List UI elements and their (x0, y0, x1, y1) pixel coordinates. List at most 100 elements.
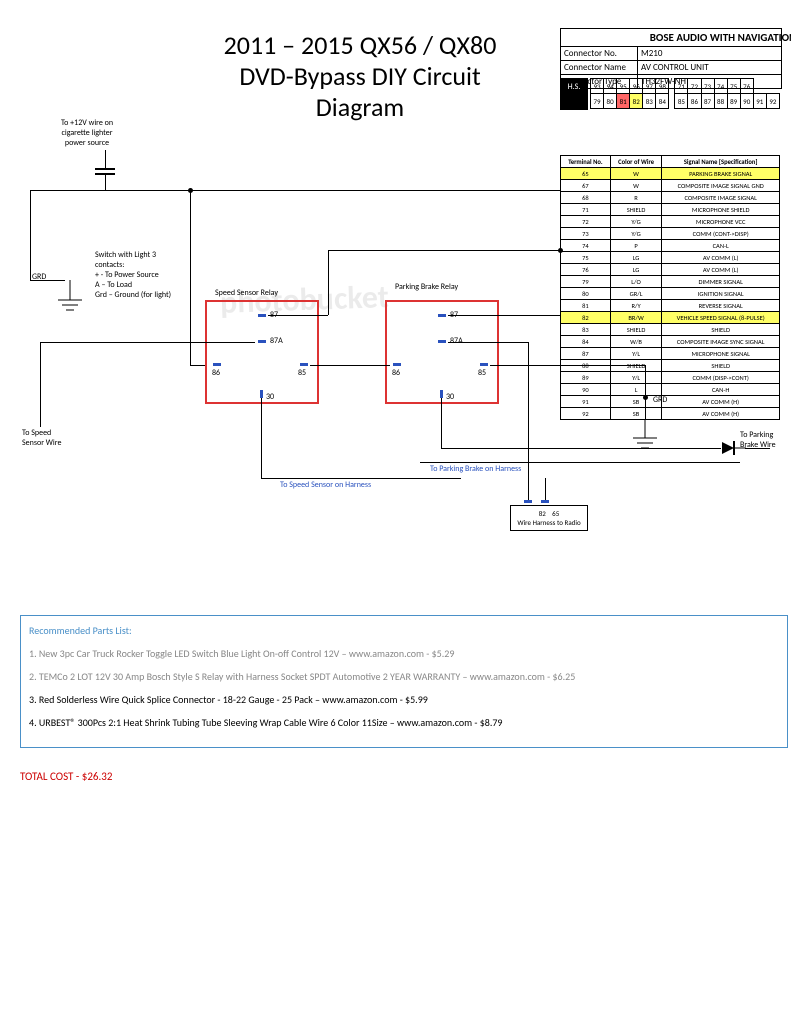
wire (448, 315, 560, 316)
sig-cell: LG (610, 264, 662, 276)
pin-cell: 74 (714, 79, 727, 94)
sig-cell: 82 (561, 312, 611, 324)
sig-cell: Y/L (610, 348, 662, 360)
pin-label: 30 (446, 392, 454, 402)
sig-cell: 90 (561, 384, 611, 396)
to-pb-harness-label: To Parking Brake on Harness (430, 464, 521, 474)
sig-cell: SB (610, 408, 662, 420)
sig-cell: AV COMM (H) (662, 396, 780, 408)
sig-cell: 89 (561, 372, 611, 384)
harness-caption: Wire Harness to Radio (517, 518, 580, 527)
pin-cell: 83 (643, 94, 656, 109)
relay-pin (258, 314, 266, 317)
hs-text: H.S. (568, 82, 581, 92)
conn-name-value: AV CONTROL UNIT (638, 61, 781, 74)
pin-cell: 76 (740, 79, 753, 94)
sig-cell: 92 (561, 408, 611, 420)
pin-layout: 9394959697987172737475767980818283848586… (590, 78, 780, 109)
pin-cell: 80 (604, 94, 617, 109)
conn-no-value: M210 (638, 47, 781, 60)
parts-item: 4. URBEST® 300Pcs 2:1 Heat Shrink Tubing… (29, 716, 779, 729)
sig-cell: P (610, 240, 662, 252)
wire (40, 342, 255, 343)
sig-cell: L (610, 384, 662, 396)
wire (261, 398, 262, 478)
total-cost: TOTAL COST - $26.32 (20, 770, 112, 783)
wire (441, 448, 721, 449)
pin-cell: 81 (617, 94, 630, 109)
ground-icon (55, 280, 85, 320)
hs-badge: H.S. (560, 78, 588, 110)
pin-label: 87A (450, 336, 463, 346)
wire-harness-box: 82 65 Wire Harness to Radio (510, 505, 588, 531)
pin-cell: 88 (714, 94, 727, 109)
pin-cell: 89 (727, 94, 740, 109)
sig-cell: 71 (561, 204, 611, 216)
pin-cell: 93 (591, 79, 604, 94)
wire (448, 342, 528, 343)
sig-cell: SHIELD (610, 324, 662, 336)
pin-cell: 87 (701, 94, 714, 109)
pin-cell: 90 (740, 94, 753, 109)
connector-pin (541, 500, 549, 503)
relay1-label: Speed Sensor Relay (215, 288, 278, 298)
sig-cell: 75 (561, 252, 611, 264)
wire (328, 250, 560, 251)
conn-name-label: Connector Name (561, 61, 638, 74)
to-speed-label: To Speed Sensor Wire (22, 428, 72, 448)
sig-cell: 91 (561, 396, 611, 408)
parts-item: 1. New 3pc Car Truck Rocker Toggle LED S… (29, 647, 779, 660)
wire (190, 190, 191, 365)
ground-icon (630, 420, 660, 458)
pin-cell: 75 (727, 79, 740, 94)
relay-pin (440, 390, 443, 398)
pin-label: 86 (392, 368, 400, 378)
pin-cell: 95 (617, 79, 630, 94)
wire (261, 478, 461, 479)
sig-cell: AV COMM (H) (662, 408, 780, 420)
pin-cell: 72 (688, 79, 701, 94)
pin-cell: 85 (675, 94, 688, 109)
wire (40, 342, 41, 427)
pin-cell: 82 (630, 94, 643, 109)
sig-cell: W/B (610, 336, 662, 348)
sig-cell: 68 (561, 192, 611, 204)
sig-cell: 67 (561, 180, 611, 192)
sig-header: Signal Name [Specification] (662, 156, 780, 168)
wire (645, 365, 646, 420)
pin-cell: 79 (591, 94, 604, 109)
sig-cell: W (610, 180, 662, 192)
sig-cell: 73 (561, 228, 611, 240)
sig-cell: 65 (561, 168, 611, 180)
sig-cell: 80 (561, 288, 611, 300)
relay-pin (438, 340, 446, 343)
harness-pin-b: 65 (552, 509, 559, 518)
wire (420, 462, 740, 463)
relay-pin (438, 314, 446, 317)
pin-cell: 92 (766, 94, 779, 109)
wire (30, 190, 560, 191)
wire (490, 365, 645, 366)
sig-cell: 72 (561, 216, 611, 228)
pin-cell: 86 (688, 94, 701, 109)
conn-no-label: Connector No. (561, 47, 638, 60)
wire (328, 250, 329, 315)
diagram-title: 2011 – 2015 QX56 / QX80 DVD-Bypass DIY C… (200, 30, 520, 124)
sig-cell: 83 (561, 324, 611, 336)
pin-label: 85 (298, 368, 306, 378)
pin-cell: 84 (656, 94, 669, 109)
sig-cell: MICROPHONE SIGNAL (662, 348, 780, 360)
pin-label: 30 (266, 392, 274, 402)
sig-cell: R (610, 192, 662, 204)
sig-cell: COMM (DISP->CONT) (662, 372, 780, 384)
wire (310, 365, 390, 366)
wire (528, 462, 529, 502)
relay2-label: Parking Brake Relay (395, 282, 465, 292)
junction-node (643, 395, 648, 400)
sig-cell: LG (610, 252, 662, 264)
sig-cell: VEHICLE SPEED SIGNAL (8-PULSE) (662, 312, 780, 324)
sig-cell: Y/G (610, 216, 662, 228)
to-pbrake-label: To Parking Brake Wire (740, 430, 790, 450)
sig-cell: COMPOSITE IMAGE SIGNAL (662, 192, 780, 204)
sig-cell: 81 (561, 300, 611, 312)
